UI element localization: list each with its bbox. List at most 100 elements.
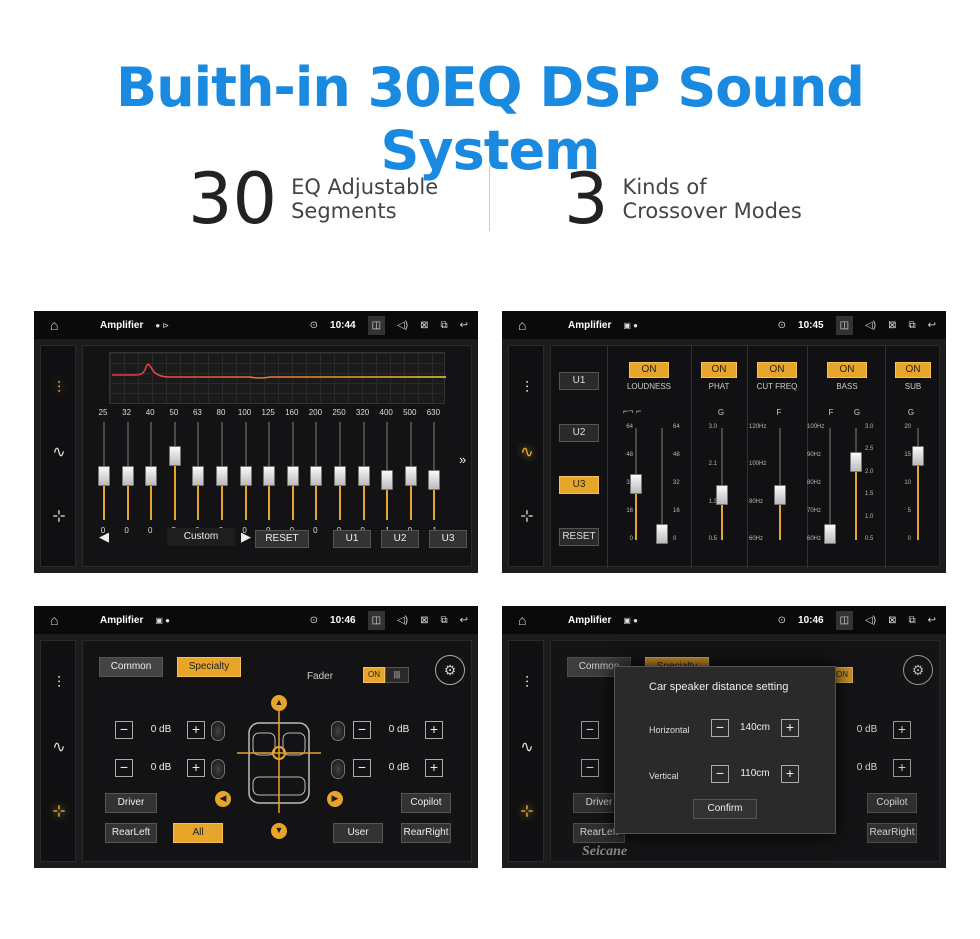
phat-toggle[interactable]: ON <box>701 362 737 378</box>
eq-slider-knob[interactable] <box>98 466 110 486</box>
sub-toggle[interactable]: ON <box>895 362 931 378</box>
plus-button[interactable]: + <box>425 759 443 777</box>
eq-slider-knob[interactable] <box>216 466 228 486</box>
crossover-slider-track[interactable] <box>630 428 642 540</box>
u2-button[interactable]: U2 <box>381 530 419 548</box>
crossover-slider-track[interactable] <box>824 428 836 545</box>
eq-slider-knob[interactable] <box>381 470 394 490</box>
close-icon[interactable]: ⊠ <box>420 615 428 626</box>
camera-icon[interactable]: ◫ <box>367 315 386 335</box>
plus-button[interactable]: + <box>187 721 205 739</box>
arrow-right-icon[interactable]: ▶ <box>327 791 343 807</box>
rearright-button[interactable]: RearRight <box>401 823 451 843</box>
fader-toggle[interactable]: ON <box>363 667 385 683</box>
crossover-slider-track[interactable] <box>774 428 786 540</box>
crossover-slider-knob[interactable] <box>824 524 836 545</box>
vertical-plus-button[interactable]: + <box>781 765 799 783</box>
eq-slider-knob[interactable] <box>239 466 252 486</box>
eq-slider-knob[interactable] <box>310 466 323 486</box>
windows-icon[interactable]: ⧉ <box>908 615 915 626</box>
arrow-left-icon[interactable]: ◀ <box>215 791 231 807</box>
volume-icon[interactable]: ◁) <box>865 615 876 626</box>
eq-slider-track[interactable] <box>404 422 417 520</box>
eq-icon[interactable]: ⫶ <box>41 675 77 693</box>
all-button[interactable]: All <box>173 823 223 843</box>
crossover-slider-knob[interactable] <box>850 451 862 472</box>
arrow-down-icon[interactable]: ▼ <box>271 823 287 839</box>
next-arrow-icon[interactable]: » <box>459 452 466 467</box>
windows-icon[interactable]: ⧉ <box>440 615 447 626</box>
confirm-button[interactable]: Confirm <box>693 799 757 819</box>
eq-slider-track[interactable] <box>192 422 205 520</box>
eq-slider-track[interactable] <box>168 422 181 520</box>
eq-slider-track[interactable] <box>428 422 441 520</box>
reset-button[interactable]: RESET <box>255 530 309 548</box>
eq-slider-knob[interactable] <box>428 470 441 490</box>
crossover-slider-track[interactable] <box>850 428 862 540</box>
eq-slider-track[interactable] <box>239 422 252 520</box>
back-icon[interactable]: ↩ <box>460 320 468 331</box>
crossover-slider-knob[interactable] <box>912 446 924 466</box>
eq-slider-knob[interactable] <box>145 466 158 486</box>
crossover-slider-knob[interactable] <box>716 485 728 506</box>
eq-slider-knob[interactable] <box>404 466 417 486</box>
fader-toggle-off[interactable]: ||| <box>385 667 409 683</box>
minus-button[interactable]: − <box>353 759 371 777</box>
fader-icon[interactable]: ⊹ <box>509 801 545 821</box>
minus-button[interactable]: − <box>115 721 133 739</box>
close-icon[interactable]: ⊠ <box>420 320 428 331</box>
camera-icon[interactable]: ◫ <box>367 610 386 630</box>
horizontal-minus-button[interactable]: − <box>711 719 729 737</box>
eq-slider-track[interactable] <box>145 422 158 520</box>
close-icon[interactable]: ⊠ <box>888 320 896 331</box>
back-icon[interactable]: ↩ <box>928 320 936 331</box>
volume-icon[interactable]: ◁) <box>397 320 408 331</box>
eq-slider-knob[interactable] <box>263 466 276 486</box>
fader-icon[interactable]: ⊹ <box>41 801 77 821</box>
eq-slider-knob[interactable] <box>334 466 346 486</box>
waveform-icon[interactable]: ∿ <box>41 442 77 462</box>
arrow-up-icon[interactable]: ▲ <box>271 695 287 711</box>
minus-button[interactable]: − <box>115 759 133 777</box>
horizontal-plus-button[interactable]: + <box>781 719 799 737</box>
minus-button[interactable]: − <box>353 721 371 739</box>
user-button[interactable]: User <box>333 823 383 843</box>
plus-button[interactable]: + <box>187 759 205 777</box>
eq-slider-track[interactable] <box>357 422 370 520</box>
eq-slider-knob[interactable] <box>286 466 299 486</box>
eq-icon[interactable]: ⫶ <box>509 380 545 398</box>
crossover-slider-knob[interactable] <box>656 524 668 545</box>
rearleft-button[interactable]: RearLeft <box>105 823 157 843</box>
cutfreq-toggle[interactable]: ON <box>757 362 797 378</box>
camera-icon[interactable]: ◫ <box>835 315 854 335</box>
eq-slider-track[interactable] <box>286 422 299 520</box>
home-icon[interactable]: ⌂ <box>50 317 72 333</box>
eq-slider-track[interactable] <box>216 422 228 520</box>
eq-icon[interactable]: ⫶ <box>41 380 77 398</box>
back-icon[interactable]: ↩ <box>460 615 468 626</box>
reset-button[interactable]: RESET <box>559 528 599 546</box>
next-preset-icon[interactable]: ▶ <box>241 529 251 545</box>
eq-slider-knob[interactable] <box>168 446 181 466</box>
eq-slider-knob[interactable] <box>357 466 370 486</box>
specialty-tab[interactable]: Specialty <box>177 657 241 677</box>
close-icon[interactable]: ⊠ <box>888 615 896 626</box>
eq-slider-knob[interactable] <box>121 466 134 486</box>
crossover-slider-track[interactable] <box>656 428 668 545</box>
eq-slider-track[interactable] <box>121 422 134 520</box>
home-icon[interactable]: ⌂ <box>518 612 540 628</box>
crossover-slider-knob[interactable] <box>630 474 642 494</box>
fader-icon[interactable]: ⊹ <box>41 506 77 526</box>
volume-icon[interactable]: ◁) <box>865 320 876 331</box>
eq-slider-track[interactable] <box>98 422 110 520</box>
home-icon[interactable]: ⌂ <box>518 317 540 333</box>
eq-slider-track[interactable] <box>310 422 323 520</box>
windows-icon[interactable]: ⧉ <box>908 320 915 331</box>
loudness-toggle[interactable]: ON <box>629 362 669 378</box>
u2-button[interactable]: U2 <box>559 424 599 442</box>
waveform-icon[interactable]: ∿ <box>509 737 545 757</box>
common-tab[interactable]: Common <box>99 657 163 677</box>
windows-icon[interactable]: ⧉ <box>440 320 447 331</box>
eq-slider-track[interactable] <box>381 422 394 520</box>
back-icon[interactable]: ↩ <box>928 615 936 626</box>
